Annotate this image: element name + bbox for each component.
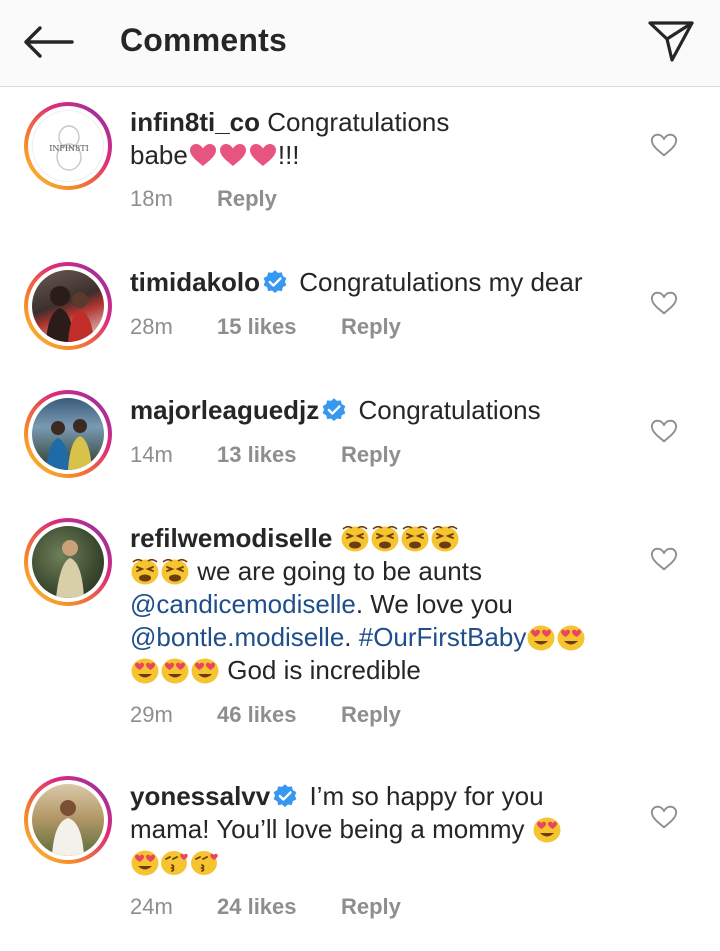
app-bar: Comments — [0, 0, 720, 87]
reply-button[interactable]: Reply — [341, 894, 401, 920]
comment-text-cont: mama! You’ll love being a mommy — [130, 814, 525, 844]
heart-outline-icon[interactable] — [650, 290, 678, 316]
comment-text: Congratulations my dear — [299, 267, 583, 297]
verified-badge-icon — [321, 397, 347, 423]
comment-time: 28m — [130, 314, 173, 339]
heart-outline-icon[interactable] — [650, 546, 678, 572]
heart-eyes-emoji-icon — [160, 656, 190, 684]
verified-badge-icon — [262, 269, 288, 295]
comment-username[interactable]: majorleaguedjz — [130, 395, 319, 425]
avatar[interactable] — [24, 390, 112, 478]
heart-eyes-emoji-icon — [190, 656, 220, 684]
tired-face-emoji-icon — [130, 557, 160, 585]
kissing-heart-emoji-icon — [190, 848, 220, 876]
likes-count[interactable]: 13 likes — [217, 442, 297, 468]
heart-outline-icon[interactable] — [650, 132, 678, 158]
tired-face-emoji-icon — [370, 524, 400, 552]
heart-eyes-emoji-icon — [556, 623, 586, 651]
comment-text: Congratulations — [358, 395, 541, 425]
reply-button[interactable]: Reply — [341, 442, 401, 468]
arrow-left-icon — [24, 26, 74, 58]
mention-link[interactable]: @bontle.modiselle — [130, 622, 344, 652]
reply-button[interactable]: Reply — [341, 702, 401, 728]
comment-text-end: !!! — [277, 140, 300, 170]
paper-plane-icon — [648, 21, 694, 62]
pink-heart-emoji-icon — [248, 142, 278, 168]
avatar[interactable]: INFIN8TI — [24, 102, 112, 190]
comment-time: 29m — [130, 702, 173, 727]
heart-outline-icon[interactable] — [650, 418, 678, 444]
profile-photo — [46, 286, 94, 342]
comment-username[interactable]: yonessalvv — [130, 781, 270, 811]
heart-outline-icon[interactable] — [650, 804, 678, 830]
comment-time: 14m — [130, 442, 173, 467]
pink-heart-emoji-icon — [218, 142, 248, 168]
page-title: Comments — [120, 22, 287, 58]
comment-username[interactable]: timidakolo — [130, 267, 260, 297]
likes-count[interactable]: 24 likes — [217, 894, 297, 920]
avatar[interactable] — [24, 518, 112, 606]
avatar[interactable] — [24, 776, 112, 864]
svg-text:INFIN8TI: INFIN8TI — [49, 144, 88, 153]
likes-count[interactable]: 15 likes — [217, 314, 297, 340]
share-button[interactable] — [646, 18, 696, 64]
back-button[interactable] — [18, 22, 78, 62]
comment-time: 18m — [130, 186, 173, 211]
mention-link[interactable]: @candicemodiselle — [130, 589, 356, 619]
kissing-heart-emoji-icon — [160, 848, 190, 876]
reply-button[interactable]: Reply — [341, 314, 401, 340]
comment-text-cont: . We love you — [355, 589, 513, 619]
verified-badge-icon — [272, 783, 298, 809]
avatar[interactable] — [24, 262, 112, 350]
heart-eyes-emoji-icon — [532, 815, 562, 843]
tired-face-emoji-icon — [400, 524, 430, 552]
heart-eyes-emoji-icon — [130, 848, 160, 876]
tired-face-emoji-icon — [340, 524, 370, 552]
heart-eyes-emoji-icon — [526, 623, 556, 651]
comment-time: 24m — [130, 894, 173, 919]
comment-text: God is incredible — [227, 655, 421, 685]
comment-text: we are going to be aunts — [197, 556, 482, 586]
comment-text-cont: babe — [130, 140, 188, 170]
tired-face-emoji-icon — [430, 524, 460, 552]
profile-photo — [56, 540, 84, 598]
heart-eyes-emoji-icon — [130, 656, 160, 684]
profile-photo — [52, 800, 84, 856]
hashtag-link[interactable]: #OurFirstBaby — [359, 622, 527, 652]
comment-text: I’m so happy for you — [309, 781, 544, 811]
pink-heart-emoji-icon — [188, 142, 218, 168]
reply-button[interactable]: Reply — [217, 186, 277, 212]
brand-logo: INFIN8TI — [49, 125, 89, 171]
comment-text-cont: . — [344, 622, 359, 652]
tired-face-emoji-icon — [160, 557, 190, 585]
comment-username[interactable]: refilwemodiselle — [130, 523, 332, 553]
comment-username[interactable]: infin8ti_co — [130, 107, 260, 137]
likes-count[interactable]: 46 likes — [217, 702, 297, 728]
comment-text: Congratulations — [267, 107, 450, 137]
profile-photo — [46, 419, 92, 470]
